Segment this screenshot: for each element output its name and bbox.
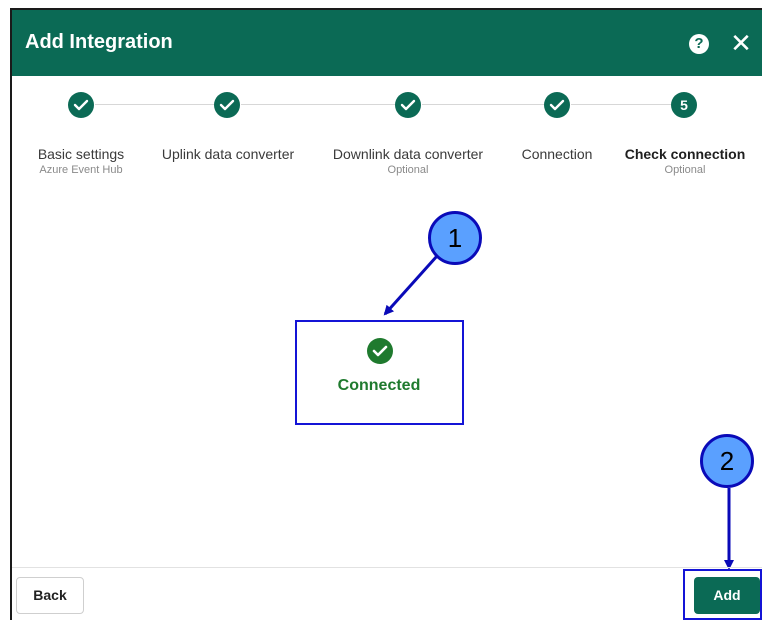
back-button[interactable]: Back bbox=[16, 577, 84, 614]
callout-1-badge: 1 bbox=[428, 211, 482, 265]
add-button[interactable]: Add bbox=[694, 577, 760, 614]
callout-2-badge: 2 bbox=[700, 434, 754, 488]
annotation-arrows bbox=[383, 254, 734, 570]
footer-divider bbox=[12, 567, 762, 568]
callout-1-arrow bbox=[383, 254, 439, 316]
